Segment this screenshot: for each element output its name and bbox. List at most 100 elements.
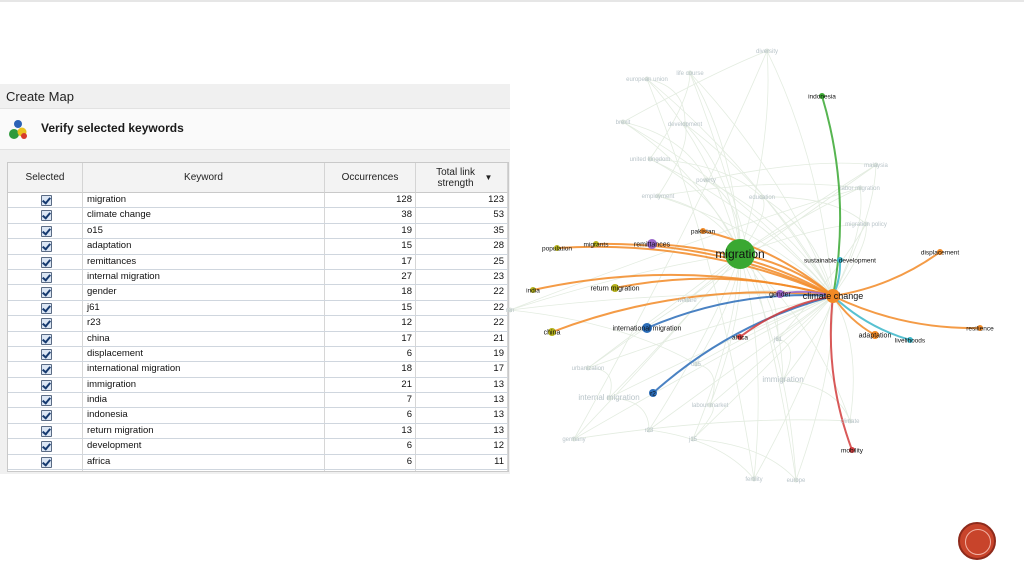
- selected-cell: [8, 254, 83, 269]
- keyword-cell: china: [83, 331, 325, 346]
- keyword-checkbox[interactable]: [41, 379, 52, 391]
- occurrences-cell: 13: [325, 423, 416, 439]
- background-link: [649, 158, 741, 255]
- selected-cell: [8, 362, 83, 377]
- table-row[interactable]: j61 15 22: [8, 300, 508, 317]
- selected-cell: [8, 454, 83, 470]
- keyword-cell: remittances: [83, 254, 325, 269]
- keyword-cell: return migration: [83, 423, 325, 439]
- occurrences-cell: 7: [325, 470, 416, 471]
- column-header-selected-label: Selected: [25, 172, 65, 183]
- network-label-faded: urbanization: [572, 366, 605, 372]
- table-row[interactable]: education711: [8, 470, 508, 471]
- keyword-checkbox[interactable]: [41, 195, 52, 206]
- network-label: india: [526, 287, 540, 294]
- link-strength-cell: 35: [416, 223, 508, 239]
- link-strength-cell: 22: [416, 285, 508, 300]
- occurrences-cell: 38: [325, 208, 416, 223]
- link-strength-cell: 12: [416, 439, 508, 454]
- table-row[interactable]: migration 128 123: [8, 193, 508, 209]
- network-label: china: [544, 329, 561, 336]
- keyword-cell: internal migration: [83, 269, 325, 285]
- network-label: indonesia: [808, 93, 836, 100]
- panel-title: Create Map: [6, 89, 74, 104]
- occurrences-cell: 17: [325, 331, 416, 346]
- link-strength-cell: 123: [416, 193, 508, 208]
- network-label-faded: united kingdom: [630, 157, 671, 163]
- keyword-checkbox[interactable]: [41, 410, 52, 422]
- network-label-faded: employment: [642, 194, 675, 200]
- background-link: [695, 295, 834, 365]
- table-row[interactable]: climate change 38 53: [8, 208, 508, 224]
- keyword-cell: india: [83, 393, 325, 408]
- table-row[interactable]: o15 19 35: [8, 223, 508, 240]
- table-row[interactable]: development 6 12: [8, 439, 508, 455]
- network-label-faded: migration policy: [845, 222, 887, 228]
- link-strength-cell: 25: [416, 254, 508, 269]
- table-row[interactable]: africa 6 11: [8, 454, 508, 471]
- keyword-checkbox[interactable]: [41, 256, 52, 268]
- background-link: [795, 295, 834, 481]
- keyword-checkbox[interactable]: [41, 333, 52, 345]
- table-row[interactable]: china 17 21: [8, 331, 508, 347]
- column-header-occurrences[interactable]: Occurrences: [325, 163, 416, 193]
- keyword-cell: international migration: [83, 362, 325, 377]
- keyword-checkbox[interactable]: [41, 425, 52, 437]
- keyword-checkbox[interactable]: [41, 364, 52, 376]
- network-label-faded: labor migration: [840, 186, 880, 192]
- table-row[interactable]: displacement 6 19: [8, 346, 508, 363]
- network-label-faded: immigration: [762, 375, 803, 384]
- background-link: [705, 162, 877, 181]
- network-label: r2: [650, 390, 656, 397]
- keyword-checkbox[interactable]: [41, 348, 52, 360]
- keyword-checkbox[interactable]: [41, 287, 52, 299]
- column-header-total-link-strength[interactable]: Total link strength ▼: [416, 163, 508, 193]
- keyword-checkbox[interactable]: [41, 456, 52, 468]
- table-row[interactable]: r23 12 22: [8, 316, 508, 332]
- network-label: climate change: [803, 291, 864, 301]
- column-header-keyword[interactable]: Keyword: [83, 163, 325, 193]
- selected-cell: [8, 239, 83, 254]
- next-slide-icon[interactable]: [958, 522, 996, 560]
- table-row[interactable]: international migration 18 17: [8, 362, 508, 378]
- keyword-checkbox[interactable]: [41, 318, 52, 330]
- background-link: [509, 309, 697, 365]
- table-row[interactable]: immigration 21 13: [8, 377, 508, 394]
- keyword-checkbox[interactable]: [41, 241, 52, 253]
- table-row[interactable]: india 7 13: [8, 393, 508, 409]
- table-row[interactable]: return migration 13 13: [8, 423, 508, 440]
- column-header-occurrences-label: Occurrences: [341, 172, 399, 183]
- link-strength-cell: 28: [416, 239, 508, 254]
- keyword-checkbox[interactable]: [41, 225, 52, 237]
- network-label: gender: [769, 291, 791, 298]
- column-header-selected[interactable]: Selected: [8, 163, 83, 193]
- occurrences-cell: 21: [325, 377, 416, 393]
- background-link: [832, 187, 862, 297]
- occurrences-cell: 128: [325, 193, 416, 208]
- keyword-checkbox[interactable]: [41, 210, 52, 222]
- panel-header: Verify selected keywords: [0, 108, 510, 150]
- network-label: resilience: [966, 325, 994, 332]
- occurrences-cell: 19: [325, 223, 416, 239]
- keyword-checkbox[interactable]: [41, 302, 52, 314]
- occurrences-cell: 6: [325, 439, 416, 454]
- selected-cell: [8, 208, 83, 223]
- network-label: migration: [715, 247, 764, 261]
- table-row[interactable]: internal migration 27 23: [8, 269, 508, 286]
- table-row[interactable]: indonesia 6 13: [8, 408, 508, 424]
- network-label-faded: r23: [645, 428, 654, 434]
- table-row[interactable]: adaptation 15 28: [8, 239, 508, 255]
- panel-subtitle: Verify selected keywords: [41, 121, 184, 135]
- selected-cell: [8, 300, 83, 316]
- column-header-keyword-label: Keyword: [184, 172, 223, 183]
- table-row[interactable]: gender 18 22: [8, 285, 508, 301]
- keyword-checkbox[interactable]: [41, 395, 52, 407]
- keyword-network-map[interactable]: diversity european union life course brexit…: [500, 30, 1010, 500]
- keyword-checkbox[interactable]: [41, 271, 52, 283]
- network-label: return migration: [590, 285, 639, 292]
- link-strength-cell: 22: [416, 300, 508, 316]
- selected-cell: [8, 393, 83, 408]
- background-link: [608, 397, 650, 431]
- table-row[interactable]: remittances 17 25: [8, 254, 508, 270]
- keyword-checkbox[interactable]: [41, 441, 52, 453]
